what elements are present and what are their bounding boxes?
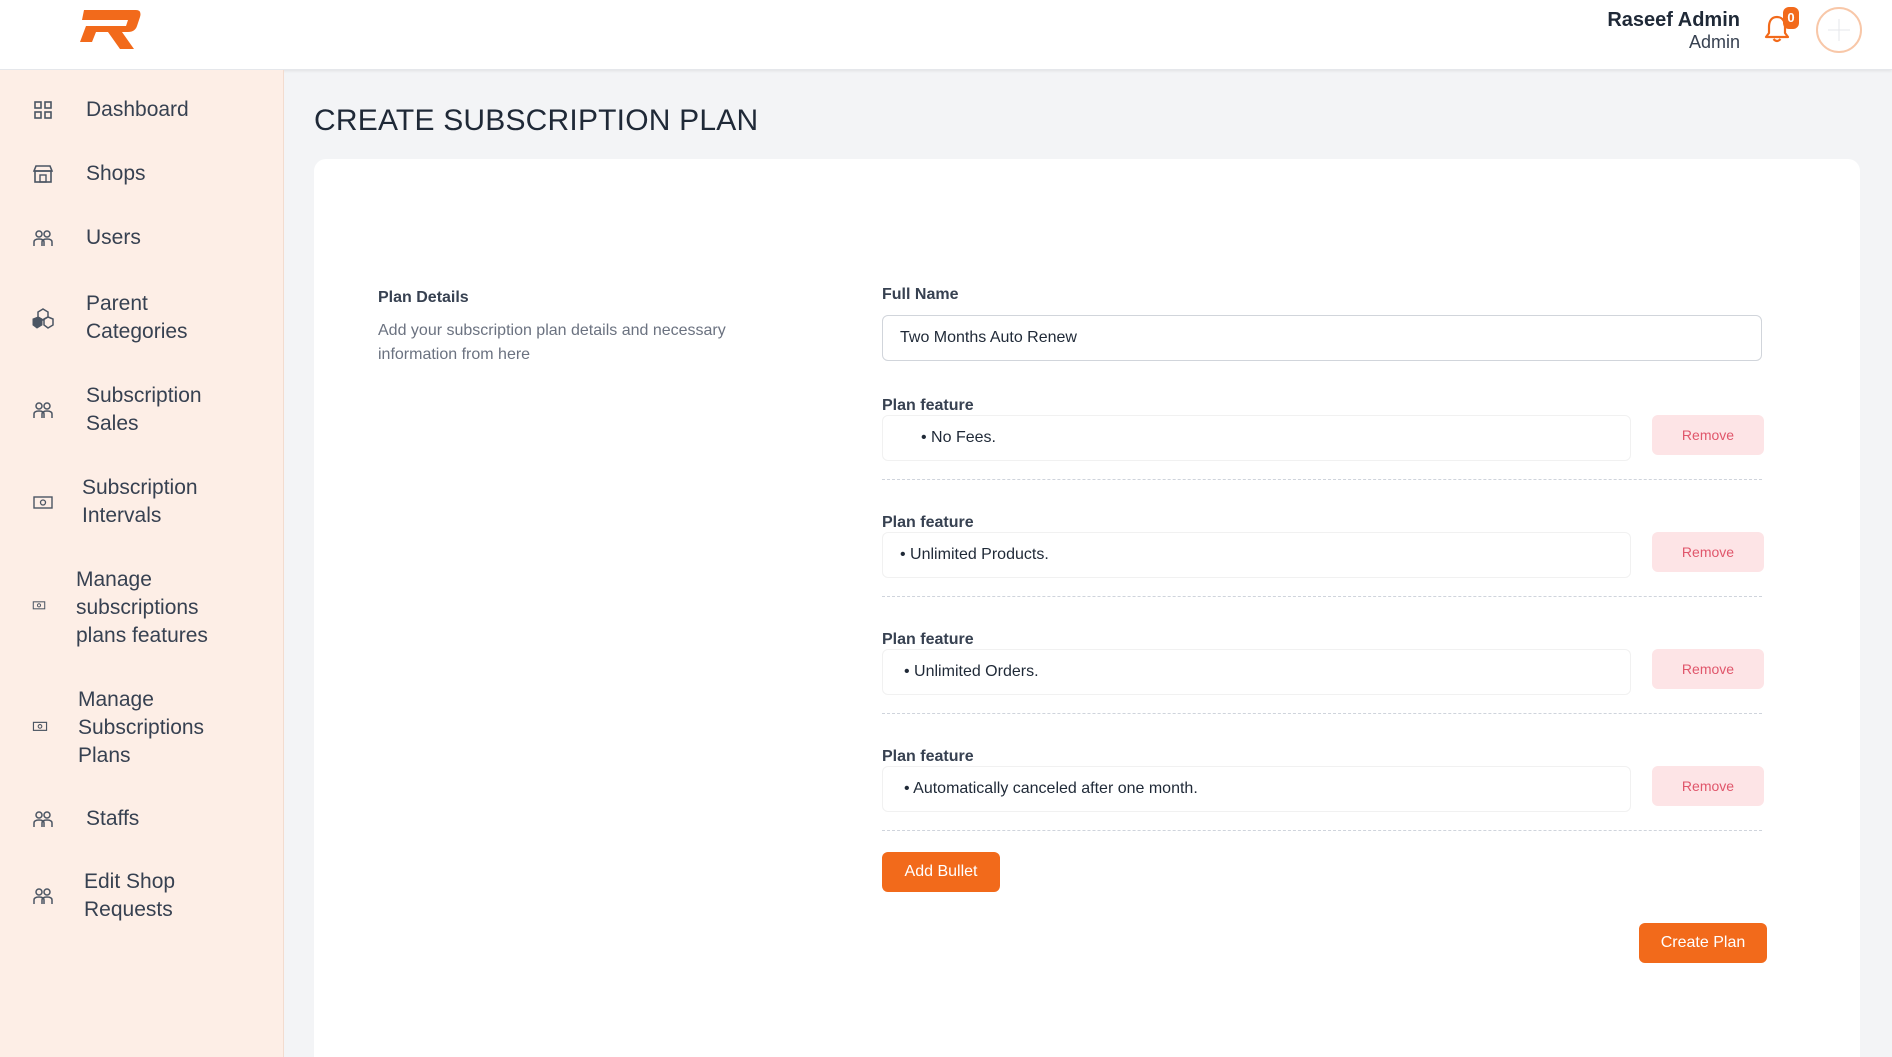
sidebar-item-staffs[interactable]: Staffs <box>0 799 283 839</box>
user-info: Raseef Admin Admin <box>1607 9 1740 53</box>
notification-badge: 0 <box>1783 7 1799 29</box>
plan-form-card: Plan Details Add your subscription plan … <box>314 159 1860 1057</box>
sidebar-item-label: Manage Subscriptions Plans <box>78 688 205 767</box>
sidebar-item-edit-shop-requests[interactable]: Edit Shop Requests <box>0 866 283 926</box>
money-icon <box>32 601 46 610</box>
sidebar-item-label: Parent Categories <box>86 292 188 343</box>
full-name-input[interactable] <box>882 315 1762 361</box>
plan-feature-input[interactable] <box>882 415 1631 461</box>
sidebar-item-manage-subscriptions-plans[interactable]: Manage Subscriptions Plans <box>0 684 283 772</box>
feature-divider <box>882 713 1762 714</box>
cubes-icon <box>32 308 54 329</box>
sidebar-item-users[interactable]: Users <box>0 218 283 258</box>
users-icon <box>33 888 53 904</box>
sidebar-item-label: Shops <box>86 162 146 185</box>
section-title: Plan Details <box>378 289 469 306</box>
plan-feature-label: Plan feature <box>882 397 974 414</box>
users-icon <box>33 230 53 246</box>
user-role: Admin <box>1688 32 1740 52</box>
feature-divider <box>882 479 1762 480</box>
money-icon <box>33 496 53 509</box>
sidebar-item-manage-plan-features[interactable]: Manage subscriptions plans features <box>0 564 283 652</box>
sidebar-item-dashboard[interactable]: Dashboard <box>0 90 283 130</box>
money-icon <box>32 721 48 731</box>
plan-feature-input[interactable] <box>882 532 1631 578</box>
sidebar-item-label: Staffs <box>86 807 140 830</box>
page-title: CREATE SUBSCRIPTION PLAN <box>314 104 759 137</box>
sidebar-item-shops[interactable]: Shops <box>0 154 283 194</box>
sidebar: Dashboard Shops Users Parent Categories <box>0 70 284 1057</box>
sidebar-item-label: Subscription Intervals <box>82 476 198 527</box>
brand-logo[interactable] <box>78 8 144 51</box>
avatar[interactable] <box>1816 7 1862 53</box>
add-bullet-button[interactable]: Add Bullet <box>882 852 1000 892</box>
section-description: Add your subscription plan details and n… <box>378 322 726 363</box>
store-icon <box>32 165 54 183</box>
sidebar-item-label: Edit Shop Requests <box>84 870 176 921</box>
grid-icon <box>34 101 52 119</box>
feature-divider <box>882 830 1762 831</box>
sidebar-item-label: Dashboard <box>86 98 189 121</box>
plan-feature-label: Plan feature <box>882 631 974 648</box>
avatar-placeholder-icon <box>1828 19 1850 41</box>
sidebar-item-label: Users <box>86 226 141 249</box>
users-icon <box>33 811 53 827</box>
plan-feature-input[interactable] <box>882 766 1631 812</box>
users-icon <box>33 402 53 418</box>
sidebar-item-parent-categories[interactable]: Parent Categories <box>0 288 283 348</box>
feature-divider <box>882 596 1762 597</box>
plan-feature-input[interactable] <box>882 649 1631 695</box>
remove-feature-button[interactable]: Remove <box>1652 766 1764 806</box>
remove-feature-button[interactable]: Remove <box>1652 415 1764 455</box>
plan-feature-label: Plan feature <box>882 514 974 531</box>
full-name-label: Full Name <box>882 286 959 303</box>
remove-feature-button[interactable]: Remove <box>1652 649 1764 689</box>
sidebar-item-label: Subscription Sales <box>86 384 202 435</box>
remove-feature-button[interactable]: Remove <box>1652 532 1764 572</box>
create-plan-button[interactable]: Create Plan <box>1639 923 1767 963</box>
sidebar-item-subscription-intervals[interactable]: Subscription Intervals <box>0 472 283 532</box>
user-name: Raseef Admin <box>1607 9 1740 31</box>
top-header: Raseef Admin Admin 0 <box>0 0 1892 70</box>
sidebar-item-subscription-sales[interactable]: Subscription Sales <box>0 380 283 440</box>
sidebar-item-label: Manage subscriptions plans features <box>76 568 208 647</box>
plan-feature-label: Plan feature <box>882 748 974 765</box>
